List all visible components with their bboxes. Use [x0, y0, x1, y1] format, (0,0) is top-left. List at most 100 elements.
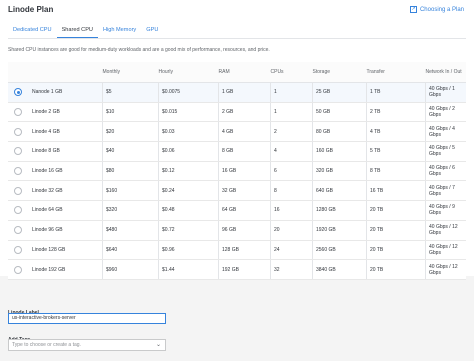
linode-label-input[interactable]: us-interactive-brokers-server	[8, 313, 166, 324]
plan-radio-button[interactable]	[14, 186, 22, 195]
cell-monthly: $320	[102, 200, 159, 221]
help-link-label: Choosing a Plan	[419, 6, 464, 13]
cell-storage: 80 GB	[312, 121, 367, 143]
cell-monthly: $20	[102, 121, 159, 143]
plan-row[interactable]: Linode 4 GB $20 $0.03 4 GB 2 80 GB 4 TB 40 Gbps…	[8, 121, 466, 143]
plan-row[interactable]: Linode 8 GB $40 $0.06 8 GB 4 160 GB 5 TB 40 Gbp…	[8, 141, 466, 162]
plan-row[interactable]: Linode 16 GB $80 $0.12 16 GB 6 320 GB 8 TB 40 G…	[8, 161, 466, 182]
cell-transfer: 8 TB	[366, 161, 426, 182]
cell-network: 40 Gbps / 2 Gbps	[425, 102, 466, 123]
plans-table: Monthly Hourly RAM CPUs Storage Transfer…	[8, 62, 466, 280]
plan-radio-button[interactable]	[14, 265, 22, 274]
cell-plan: Linode 128 GB	[32, 240, 103, 261]
plan-radio-button[interactable]	[14, 88, 22, 97]
plan-radio-cell	[8, 161, 32, 182]
cell-transfer: 5 TB	[366, 141, 426, 162]
plan-row[interactable]: Linode 192 GB $960 $1.44 192 GB 32 3840 GB 20 …	[8, 259, 466, 280]
tab-gpu[interactable]: GPU	[141, 24, 163, 37]
plan-radio-button[interactable]	[14, 245, 22, 254]
cell-storage: 1280 GB	[312, 200, 367, 221]
cell-storage: 160 GB	[312, 141, 367, 162]
linode-plan-panel: Linode Plan ↗ Choosing a Plan Dedicated …	[0, 0, 474, 280]
plan-description: Shared CPU instances are good for medium…	[8, 47, 270, 53]
cell-storage: 50 GB	[312, 102, 367, 123]
cell-storage: 3840 GB	[312, 259, 367, 280]
cell-cpus: 1	[270, 102, 313, 123]
plan-radio-button[interactable]	[14, 127, 22, 136]
plan-radio-button[interactable]	[14, 167, 22, 176]
cell-storage: 320 GB	[312, 161, 367, 182]
tags-placeholder: Type to choose or create a tag.	[12, 342, 81, 348]
plan-row[interactable]: Linode 128 GB $640 $0.96 128 GB 24 2560 GB 20 …	[8, 240, 466, 261]
cell-monthly: $480	[102, 220, 159, 241]
cell-ram: 2 GB	[218, 102, 271, 123]
header-plan	[32, 62, 103, 83]
cell-plan: Linode 8 GB	[32, 141, 103, 162]
cell-storage: 1920 GB	[312, 220, 367, 241]
cell-transfer: 1 TB	[366, 82, 426, 103]
cell-monthly: $960	[102, 259, 159, 280]
plan-radio-cell	[8, 240, 32, 261]
header-ram: RAM	[218, 62, 271, 83]
plan-radio-button[interactable]	[14, 206, 22, 215]
plan-row[interactable]: Nanode 1 GB $5 $0.0075 1 GB 1 25 GB 1 TB 40 Gbp…	[8, 82, 466, 103]
plan-radio-button[interactable]	[14, 147, 22, 156]
cell-network: 40 Gbps / 1 Gbps	[425, 82, 466, 103]
cell-ram: 192 GB	[218, 259, 271, 280]
cell-hourly: $0.12	[158, 161, 219, 182]
plan-row[interactable]: Linode 2 GB $10 $0.015 2 GB 1 50 GB 2 TB 40 Gbp…	[8, 102, 466, 123]
cell-cpus: 6	[270, 161, 313, 182]
cell-plan: Linode 4 GB	[32, 121, 103, 143]
header-transfer: Transfer	[366, 62, 426, 83]
cell-cpus: 20	[270, 220, 313, 241]
cell-hourly: $0.0075	[158, 82, 219, 103]
plan-radio-cell	[8, 121, 32, 143]
header-network: Network In / Out	[425, 62, 466, 83]
cell-cpus: 1	[270, 82, 313, 103]
cell-ram: 8 GB	[218, 141, 271, 162]
cell-plan: Linode 32 GB	[32, 180, 103, 202]
plan-radio-cell	[8, 102, 32, 123]
cell-cpus: 4	[270, 141, 313, 162]
cell-monthly: $160	[102, 180, 159, 202]
plan-row[interactable]: Linode 96 GB $480 $0.72 96 GB 20 1920 GB 20 TB…	[8, 220, 466, 241]
plan-radio-button[interactable]	[14, 226, 22, 235]
cell-hourly: $0.06	[158, 141, 219, 162]
cell-storage: 640 GB	[312, 180, 367, 202]
cell-plan: Nanode 1 GB	[32, 82, 103, 103]
tab-shared-cpu[interactable]: Shared CPU	[56, 24, 98, 39]
external-link-icon: ↗	[409, 6, 417, 13]
plan-radio-cell	[8, 200, 32, 221]
tags-select[interactable]: Type to choose or create a tag. ⌄	[8, 339, 166, 351]
cell-hourly: $0.96	[158, 240, 219, 261]
chevron-down-icon[interactable]: ⌄	[156, 340, 161, 350]
plan-row[interactable]: Linode 64 GB $320 $0.48 64 GB 16 1280 GB 20 TB…	[8, 200, 466, 221]
cell-hourly: $0.72	[158, 220, 219, 241]
header-select	[8, 62, 32, 83]
plan-radio-cell	[8, 180, 32, 202]
cell-storage: 2560 GB	[312, 240, 367, 261]
plan-radio-cell	[8, 82, 32, 103]
cell-monthly: $5	[102, 82, 159, 103]
cell-ram: 96 GB	[218, 220, 271, 241]
cell-transfer: 16 TB	[366, 180, 426, 202]
plan-row[interactable]: Linode 32 GB $160 $0.24 32 GB 8 640 GB 16 TB 40…	[8, 180, 466, 202]
plan-tabs: Dedicated CPU Shared CPU High Memory GPU	[8, 24, 163, 39]
cell-hourly: $1.44	[158, 259, 219, 280]
header-monthly: Monthly	[102, 62, 159, 83]
help-link[interactable]: ↗ Choosing a Plan	[409, 6, 464, 13]
cell-network: 40 Gbps / 4 Gbps	[425, 121, 466, 143]
cell-network: 40 Gbps / 6 Gbps	[425, 161, 466, 182]
cell-hourly: $0.24	[158, 180, 219, 202]
plan-radio-cell	[8, 220, 32, 241]
cell-monthly: $640	[102, 240, 159, 261]
cell-cpus: 24	[270, 240, 313, 261]
cell-hourly: $0.03	[158, 121, 219, 143]
cell-cpus: 2	[270, 121, 313, 143]
header-storage: Storage	[312, 62, 367, 83]
tab-dedicated-cpu[interactable]: Dedicated CPU	[8, 24, 57, 37]
tab-high-memory[interactable]: High Memory	[98, 24, 141, 37]
plan-radio-button[interactable]	[14, 108, 22, 117]
cell-transfer: 20 TB	[366, 259, 426, 280]
cell-monthly: $40	[102, 141, 159, 162]
